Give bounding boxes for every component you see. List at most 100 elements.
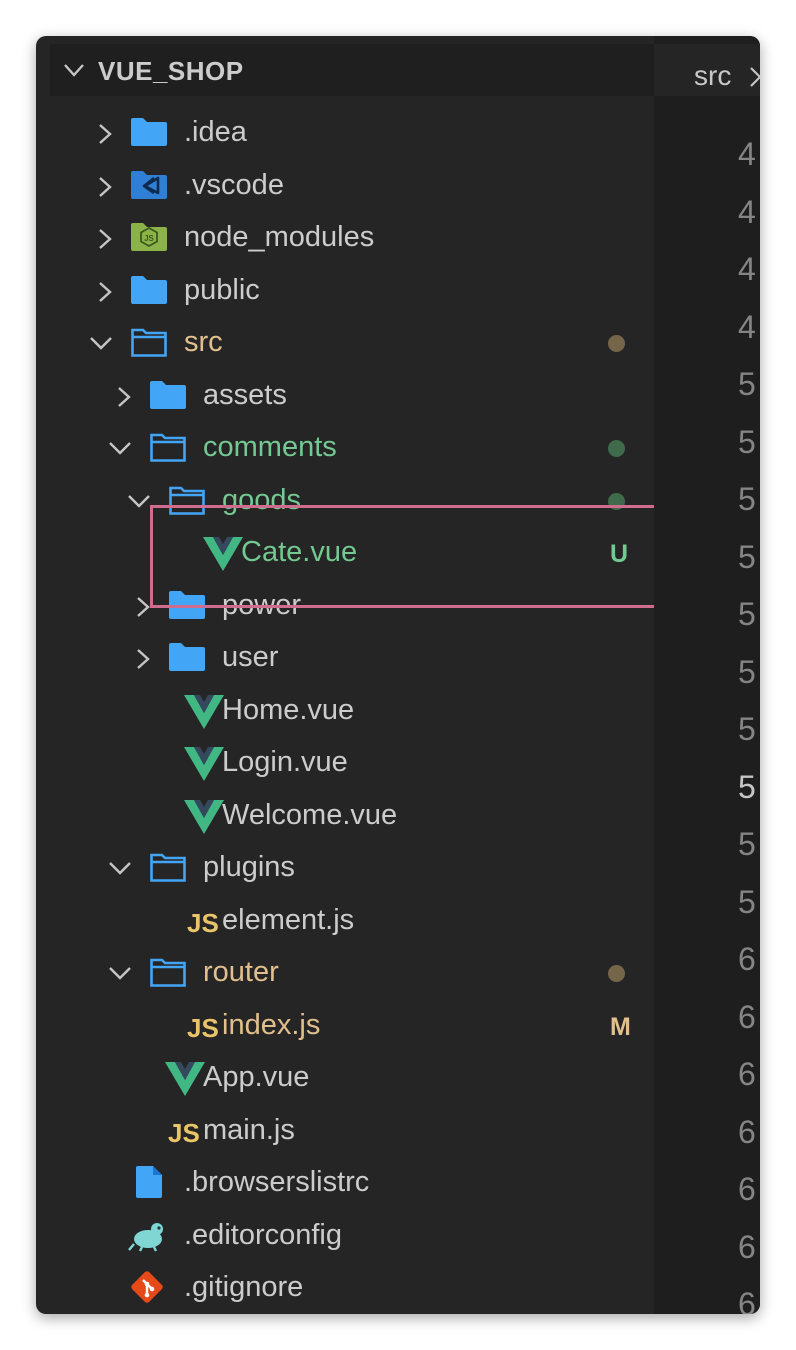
folder-open-icon	[149, 432, 187, 467]
chevron-down-icon[interactable]	[62, 60, 86, 80]
tree-file-login-vue[interactable]: Login.vue	[50, 737, 654, 789]
tree-item-label: Welcome.vue	[222, 798, 398, 831]
tree-folder-plugins[interactable]: plugins	[50, 842, 654, 894]
line-number: 6	[738, 1171, 756, 1207]
vue-icon	[184, 799, 224, 839]
chevron-down-icon[interactable]	[108, 858, 132, 883]
folder-open-icon	[149, 852, 187, 887]
tree-folder-router[interactable]: router	[50, 947, 654, 999]
node-folder-icon: JS	[130, 222, 168, 257]
file-icon	[134, 1165, 164, 1204]
tree-item-label: comments	[203, 431, 337, 463]
vscode-folder-icon	[130, 170, 168, 205]
folder-icon	[130, 117, 168, 152]
chevron-down-icon[interactable]	[108, 438, 132, 463]
chevron-right-icon[interactable]	[95, 228, 115, 255]
line-number: 4	[738, 136, 756, 172]
git-status-badge: U	[610, 540, 629, 568]
tree-item-label: .vscode	[184, 168, 284, 201]
tree-folder-vscode[interactable]: .vscode	[50, 160, 654, 212]
line-number: 5	[738, 481, 756, 517]
tree-item-label: .idea	[184, 116, 247, 148]
tree-item-label: .browserslistrc	[184, 1166, 370, 1198]
chevron-right-icon[interactable]	[95, 281, 115, 308]
svg-text:JS: JS	[187, 1013, 219, 1042]
tree-folder-power[interactable]: power	[50, 580, 654, 632]
js-icon: JS	[186, 1012, 224, 1047]
js-icon: JS	[167, 1117, 205, 1152]
tree-file-cate-vue[interactable]: Cate.vue U	[50, 527, 654, 579]
line-number: 5	[738, 653, 756, 690]
tree-folder-goods[interactable]: goods	[50, 475, 654, 527]
line-number: 4	[738, 308, 756, 345]
tree-folder-idea[interactable]: .idea	[50, 107, 654, 159]
vue-icon	[184, 694, 224, 734]
tree-item-label: index.js	[222, 1008, 321, 1041]
chevron-right-icon[interactable]	[133, 648, 153, 675]
git-icon	[128, 1268, 166, 1311]
tree-file-editorconfig[interactable]: .editorconfig	[50, 1210, 654, 1262]
tree-file-app-vue[interactable]: App.vue	[50, 1052, 654, 1104]
tree-file-element-js[interactable]: JS element.js	[50, 895, 654, 947]
tree-file-index-js[interactable]: JS index.js M	[50, 1000, 654, 1052]
svg-text:JS: JS	[168, 1118, 200, 1147]
breadcrumb-chevron-icon	[750, 67, 760, 87]
folder-open-icon	[149, 957, 187, 992]
svg-text:JS: JS	[187, 908, 219, 937]
tree-item-label: .editorconfig	[184, 1218, 342, 1251]
tree-folder-comments[interactable]: comments	[50, 422, 654, 474]
folder-icon	[168, 590, 206, 625]
tree-item-label: node_modules	[184, 221, 375, 253]
folder-icon	[168, 642, 206, 677]
tree-item-label: power	[222, 588, 301, 621]
tree-folder-user[interactable]: user	[50, 632, 654, 684]
tree-folder-public[interactable]: public	[50, 265, 654, 317]
tree-item-label: src	[184, 326, 223, 358]
tree-folder-node-modules[interactable]: JS node_modules	[50, 212, 654, 264]
line-number: 6	[738, 1113, 756, 1150]
breadcrumb-src[interactable]: src	[694, 60, 731, 92]
tree-file-browserslistrc[interactable]: .browserslistrc	[50, 1157, 654, 1209]
chevron-down-icon[interactable]	[127, 491, 151, 516]
vscode-window: VUE_SHOP .idea .vscode JS node_modulespubli…	[36, 36, 760, 1314]
tree-item-label: public	[184, 273, 260, 306]
tree-item-label: plugins	[203, 851, 295, 883]
tree-item-label: Home.vue	[222, 693, 355, 726]
line-number: 4	[738, 251, 756, 287]
line-number: 6	[738, 1056, 756, 1092]
tree-item-label: main.js	[203, 1113, 295, 1146]
chevron-down-icon[interactable]	[108, 963, 132, 988]
git-status-dot	[608, 440, 625, 457]
tree-file-gitignore[interactable]: .gitignore	[50, 1262, 654, 1314]
svg-text:JS: JS	[144, 234, 154, 243]
git-status-dot	[608, 965, 625, 982]
chevron-right-icon[interactable]	[95, 123, 115, 150]
line-number: 6	[738, 1228, 756, 1265]
vue-icon	[165, 1062, 205, 1101]
explorer-section-header[interactable]: VUE_SHOP	[50, 44, 654, 96]
tree-item-label: assets	[203, 378, 287, 411]
line-number: 5	[738, 366, 756, 402]
chevron-right-icon[interactable]	[95, 176, 115, 203]
line-number: 5	[738, 423, 756, 460]
tree-file-welcome-vue[interactable]: Welcome.vue	[50, 790, 654, 842]
tree-folder-src[interactable]: src	[50, 317, 654, 369]
tree-item-label: user	[222, 641, 279, 673]
chevron-down-icon[interactable]	[89, 333, 113, 358]
tree-item-label: router	[203, 956, 279, 988]
tree-folder-assets[interactable]: assets	[50, 370, 654, 422]
chevron-right-icon[interactable]	[133, 596, 153, 623]
tree-item-label: goods	[222, 483, 302, 516]
workspace-title: VUE_SHOP	[98, 56, 244, 86]
line-number: 6	[738, 941, 756, 977]
folder-icon	[130, 275, 168, 310]
tree-file-main-js[interactable]: JS main.js	[50, 1105, 654, 1157]
chevron-right-icon[interactable]	[114, 386, 134, 413]
line-number: 6	[738, 998, 756, 1035]
folder-open-icon	[168, 485, 206, 520]
tree-item-label: App.vue	[203, 1061, 310, 1093]
line-number: 5	[738, 596, 756, 632]
vue-icon	[184, 747, 224, 786]
breadcrumb-bar: src	[654, 44, 760, 96]
tree-file-home-vue[interactable]: Home.vue	[50, 685, 654, 737]
